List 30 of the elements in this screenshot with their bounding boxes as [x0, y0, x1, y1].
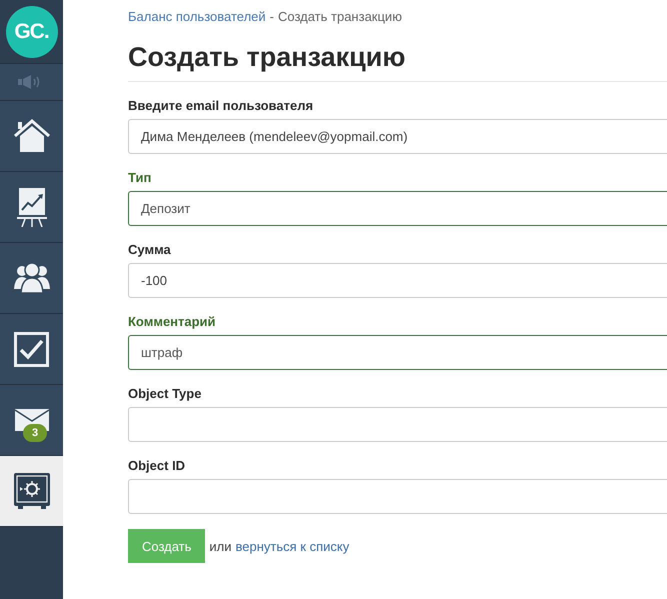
nav-item[interactable]	[0, 456, 63, 527]
users-icon	[12, 262, 50, 294]
back-link[interactable]: вернуться к списку	[236, 538, 350, 554]
field-label: Введите email пользователя	[128, 98, 314, 113]
field-label: Комментарий	[128, 314, 217, 329]
breadcrumb-link[interactable]: Баланс пользователей	[128, 9, 266, 24]
chart-board-icon	[16, 187, 46, 227]
input-field[interactable]: -100	[128, 263, 667, 298]
safe-icon	[14, 473, 50, 509]
count-badge: 3	[23, 424, 48, 442]
nav-item[interactable]	[0, 172, 63, 243]
nav-item[interactable]	[0, 101, 63, 172]
input-field[interactable]: штраф	[128, 335, 667, 370]
home-icon	[12, 119, 50, 153]
checkbox-icon	[14, 332, 49, 366]
nav-item[interactable]: 3	[0, 385, 63, 456]
or-text: или	[209, 538, 232, 554]
field-label: Object Type	[128, 386, 202, 401]
breadcrumb-separator: -	[270, 9, 274, 24]
input-field[interactable]: Депозит	[128, 191, 667, 226]
breadcrumb-current: Создать транзакцию	[278, 9, 402, 24]
nav-item[interactable]	[0, 243, 63, 314]
field-label: Сумма	[128, 242, 172, 257]
field-label: Object ID	[128, 458, 186, 473]
input-field[interactable]	[128, 407, 667, 442]
input-field[interactable]: Дима Менделеев (mendeleev@yopmail.com)	[128, 119, 667, 154]
input-field[interactable]	[128, 479, 667, 514]
field-label: Тип	[128, 170, 152, 185]
page-title: Создать транзакцию	[128, 42, 667, 82]
nav-item[interactable]	[0, 314, 63, 385]
